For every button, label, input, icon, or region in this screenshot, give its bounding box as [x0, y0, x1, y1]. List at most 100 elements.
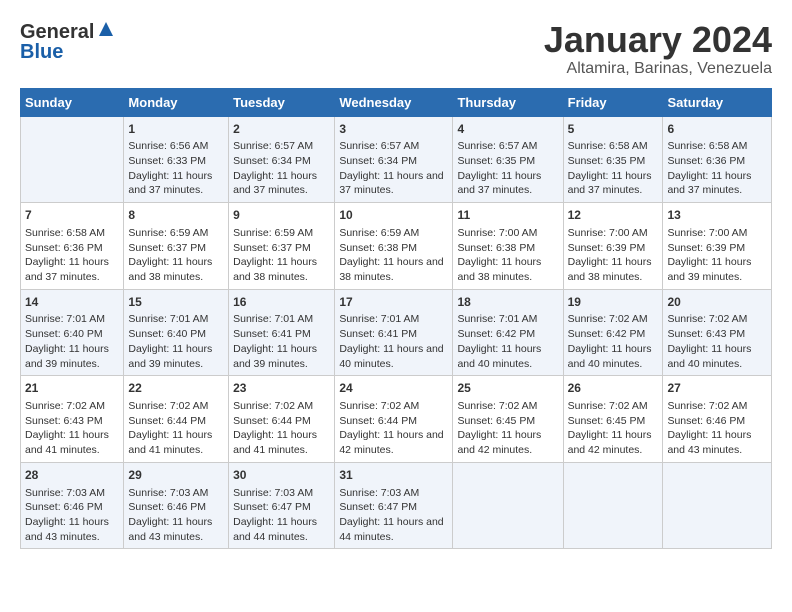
- cell-content: Sunrise: 6:59 AMSunset: 6:37 PMDaylight:…: [128, 226, 224, 285]
- calendar-cell: 20Sunrise: 7:02 AMSunset: 6:43 PMDayligh…: [663, 289, 772, 376]
- calendar-cell: 6Sunrise: 6:58 AMSunset: 6:36 PMDaylight…: [663, 116, 772, 203]
- calendar-cell: 10 Sunrise: 6:59 AMSunset: 6:38 PMDayligh…: [335, 203, 453, 290]
- header-monday: Monday: [124, 88, 229, 116]
- calendar-cell: 28 Sunrise: 7:03 AMSunset: 6:46 PMDayligh…: [21, 462, 124, 549]
- header-thursday: Thursday: [453, 88, 563, 116]
- day-number: 18: [457, 294, 558, 311]
- calendar-cell: 23 Sunrise: 7:02 AMSunset: 6:44 PMDayligh…: [229, 376, 335, 463]
- calendar-cell: 21Sunrise: 7:02 AMSunset: 6:43 PMDayligh…: [21, 376, 124, 463]
- day-number: 9: [233, 207, 330, 224]
- day-number: 30: [233, 467, 330, 484]
- calendar-cell: 24 Sunrise: 7:02 AMSunset: 6:44 PMDayligh…: [335, 376, 453, 463]
- cell-content: Sunrise: 7:03 AMSunset: 6:47 PMDaylight:…: [233, 486, 330, 545]
- calendar-cell: 3Sunrise: 6:57 AMSunset: 6:34 PMDaylight…: [335, 116, 453, 203]
- day-number: 22: [128, 380, 224, 397]
- cell-content: Sunrise: 7:02 AMSunset: 6:46 PMDaylight:…: [667, 399, 767, 458]
- cell-content: Sunrise: 7:02 AMSunset: 6:45 PMDaylight:…: [568, 399, 659, 458]
- logo-blue: Blue: [20, 41, 63, 64]
- cell-content: Sunrise: 7:00 AMSunset: 6:39 PMDaylight:…: [568, 226, 659, 285]
- calendar-cell: 18Sunrise: 7:01 AMSunset: 6:42 PMDayligh…: [453, 289, 563, 376]
- calendar-cell: 5Sunrise: 6:58 AMSunset: 6:35 PMDaylight…: [563, 116, 663, 203]
- cell-content: Sunrise: 6:58 AMSunset: 6:35 PMDaylight:…: [568, 139, 659, 198]
- day-number: 26: [568, 380, 659, 397]
- calendar-cell: 19Sunrise: 7:02 AMSunset: 6:42 PMDayligh…: [563, 289, 663, 376]
- cell-content: Sunrise: 7:02 AMSunset: 6:44 PMDaylight:…: [128, 399, 224, 458]
- calendar-cell: 11Sunrise: 7:00 AMSunset: 6:38 PMDayligh…: [453, 203, 563, 290]
- calendar-cell: [453, 462, 563, 549]
- day-number: 10: [339, 207, 448, 224]
- calendar-cell: 15Sunrise: 7:01 AMSunset: 6:40 PMDayligh…: [124, 289, 229, 376]
- calendar-subtitle: Altamira, Barinas, Venezuela: [544, 60, 772, 78]
- calendar-cell: 29Sunrise: 7:03 AMSunset: 6:46 PMDayligh…: [124, 462, 229, 549]
- calendar-cell: [21, 116, 124, 203]
- day-number: 8: [128, 207, 224, 224]
- cell-content: Sunrise: 7:02 AMSunset: 6:45 PMDaylight:…: [457, 399, 558, 458]
- cell-content: Sunrise: 6:57 AMSunset: 6:34 PMDaylight:…: [339, 139, 448, 198]
- day-number: 1: [128, 121, 224, 138]
- day-number: 17: [339, 294, 448, 311]
- cell-content: Sunrise: 7:02 AMSunset: 6:44 PMDaylight:…: [339, 399, 448, 458]
- calendar-cell: 13Sunrise: 7:00 AMSunset: 6:39 PMDayligh…: [663, 203, 772, 290]
- header-sunday: Sunday: [21, 88, 124, 116]
- header-friday: Friday: [563, 88, 663, 116]
- calendar-cell: 1Sunrise: 6:56 AMSunset: 6:33 PMDaylight…: [124, 116, 229, 203]
- calendar-cell: 9Sunrise: 6:59 AMSunset: 6:37 PMDaylight…: [229, 203, 335, 290]
- page: General Blue January 2024 Altamira, Bari…: [0, 0, 792, 612]
- cell-content: Sunrise: 7:02 AMSunset: 6:43 PMDaylight:…: [667, 312, 767, 371]
- calendar-cell: 25 Sunrise: 7:02 AMSunset: 6:45 PMDayligh…: [453, 376, 563, 463]
- cell-content: Sunrise: 6:57 AMSunset: 6:35 PMDaylight:…: [457, 139, 558, 198]
- header: General Blue January 2024 Altamira, Bari…: [20, 20, 772, 78]
- day-number: 6: [667, 121, 767, 138]
- cell-content: Sunrise: 7:01 AMSunset: 6:41 PMDaylight:…: [339, 312, 448, 371]
- day-number: 15: [128, 294, 224, 311]
- calendar-cell: 7Sunrise: 6:58 AMSunset: 6:36 PMDaylight…: [21, 203, 124, 290]
- week-row-3: 14Sunrise: 7:01 AMSunset: 6:40 PMDayligh…: [21, 289, 772, 376]
- calendar-cell: 27 Sunrise: 7:02 AMSunset: 6:46 PMDayligh…: [663, 376, 772, 463]
- calendar-cell: 2Sunrise: 6:57 AMSunset: 6:34 PMDaylight…: [229, 116, 335, 203]
- day-number: 29: [128, 467, 224, 484]
- calendar-cell: [663, 462, 772, 549]
- calendar-cell: 22 Sunrise: 7:02 AMSunset: 6:44 PMDayligh…: [124, 376, 229, 463]
- week-row-1: 1Sunrise: 6:56 AMSunset: 6:33 PMDaylight…: [21, 116, 772, 203]
- cell-content: Sunrise: 7:03 AMSunset: 6:46 PMDaylight:…: [25, 486, 119, 545]
- day-number: 12: [568, 207, 659, 224]
- calendar-cell: 8 Sunrise: 6:59 AMSunset: 6:37 PMDaylight…: [124, 203, 229, 290]
- cell-content: Sunrise: 6:56 AMSunset: 6:33 PMDaylight:…: [128, 139, 224, 198]
- day-number: 24: [339, 380, 448, 397]
- day-number: 23: [233, 380, 330, 397]
- logo-arrow-icon: [97, 20, 115, 43]
- calendar-cell: 31Sunrise: 7:03 AMSunset: 6:47 PMDayligh…: [335, 462, 453, 549]
- cell-content: Sunrise: 6:57 AMSunset: 6:34 PMDaylight:…: [233, 139, 330, 198]
- cell-content: Sunrise: 7:01 AMSunset: 6:42 PMDaylight:…: [457, 312, 558, 371]
- calendar-cell: 4Sunrise: 6:57 AMSunset: 6:35 PMDaylight…: [453, 116, 563, 203]
- calendar-cell: 30 Sunrise: 7:03 AMSunset: 6:47 PMDayligh…: [229, 462, 335, 549]
- day-number: 3: [339, 121, 448, 138]
- week-row-5: 28 Sunrise: 7:03 AMSunset: 6:46 PMDayligh…: [21, 462, 772, 549]
- logo: General Blue: [20, 20, 115, 64]
- cell-content: Sunrise: 6:59 AMSunset: 6:38 PMDaylight:…: [339, 226, 448, 285]
- day-number: 28: [25, 467, 119, 484]
- day-number: 25: [457, 380, 558, 397]
- day-number: 27: [667, 380, 767, 397]
- cell-content: Sunrise: 7:02 AMSunset: 6:43 PMDaylight:…: [25, 399, 119, 458]
- calendar-cell: 12 Sunrise: 7:00 AMSunset: 6:39 PMDayligh…: [563, 203, 663, 290]
- cell-content: Sunrise: 7:01 AMSunset: 6:40 PMDaylight:…: [128, 312, 224, 371]
- cell-content: Sunrise: 7:03 AMSunset: 6:47 PMDaylight:…: [339, 486, 448, 545]
- title-block: January 2024 Altamira, Barinas, Venezuel…: [544, 20, 772, 78]
- calendar-table: SundayMondayTuesdayWednesdayThursdayFrid…: [20, 88, 772, 550]
- day-number: 7: [25, 207, 119, 224]
- cell-content: Sunrise: 7:01 AMSunset: 6:40 PMDaylight:…: [25, 312, 119, 371]
- cell-content: Sunrise: 7:00 AMSunset: 6:39 PMDaylight:…: [667, 226, 767, 285]
- cell-content: Sunrise: 6:58 AMSunset: 6:36 PMDaylight:…: [667, 139, 767, 198]
- day-number: 2: [233, 121, 330, 138]
- cell-content: Sunrise: 7:02 AMSunset: 6:44 PMDaylight:…: [233, 399, 330, 458]
- day-number: 11: [457, 207, 558, 224]
- calendar-cell: 16Sunrise: 7:01 AMSunset: 6:41 PMDayligh…: [229, 289, 335, 376]
- day-number: 20: [667, 294, 767, 311]
- calendar-cell: 17Sunrise: 7:01 AMSunset: 6:41 PMDayligh…: [335, 289, 453, 376]
- header-tuesday: Tuesday: [229, 88, 335, 116]
- day-number: 19: [568, 294, 659, 311]
- calendar-header-row: SundayMondayTuesdayWednesdayThursdayFrid…: [21, 88, 772, 116]
- header-saturday: Saturday: [663, 88, 772, 116]
- calendar-cell: 14Sunrise: 7:01 AMSunset: 6:40 PMDayligh…: [21, 289, 124, 376]
